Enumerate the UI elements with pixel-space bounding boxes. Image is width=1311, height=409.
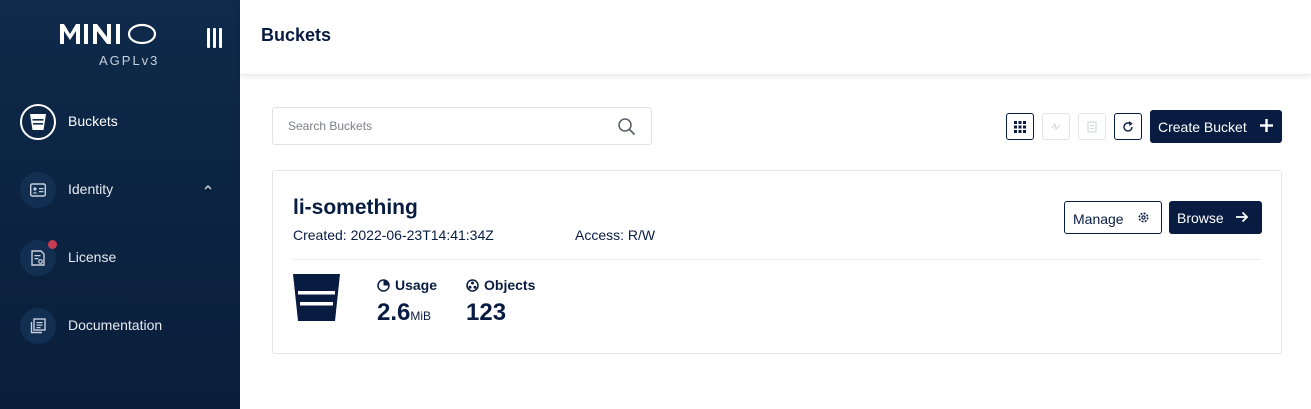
page-header: Buckets (240, 0, 1311, 75)
select-multiple-button[interactable] (1006, 113, 1034, 140)
card-divider (293, 259, 1261, 260)
notification-dot (48, 240, 57, 249)
pie-chart-icon (377, 278, 390, 292)
sidebar-item-license[interactable]: License (0, 233, 240, 283)
bucket-created-date: Created: 2022-06-23T14:41:34Z (293, 227, 494, 243)
sidebar-item-label: License (68, 249, 117, 265)
objects-icon (466, 278, 479, 292)
create-bucket-button[interactable]: Create Bucket (1150, 110, 1282, 143)
bucket-name[interactable]: li-something (293, 196, 418, 220)
sidebar-item-label: Documentation (68, 317, 163, 333)
manage-label: Manage (1073, 211, 1124, 227)
page-title: Buckets (261, 25, 332, 45)
license-icon (31, 250, 45, 266)
bucket-icon (30, 114, 46, 130)
sidebar-item-documentation[interactable]: Documentation (0, 301, 240, 351)
id-card-icon (30, 183, 46, 197)
metric-header: Usage (377, 277, 437, 293)
nav-icon-circle (20, 172, 56, 208)
browse-label: Browse (1177, 210, 1224, 226)
manage-button[interactable]: Manage (1064, 201, 1162, 234)
usage-unit: MiB (410, 309, 432, 323)
set-lifecycle-button[interactable] (1078, 113, 1106, 140)
lifecycle-icon (1087, 120, 1097, 133)
usage-value: 2.6 (377, 299, 411, 326)
usage-value-row: 2.6MiB (377, 299, 437, 327)
minio-logo[interactable] (60, 22, 160, 46)
metric-header: Objects (466, 277, 535, 293)
usage-label: Usage (395, 277, 438, 293)
search-input[interactable] (288, 117, 608, 135)
nav-icon-circle (20, 308, 56, 344)
sidebar-item-identity[interactable]: Identity (0, 165, 240, 215)
sidebar-item-buckets[interactable]: Buckets (0, 97, 240, 147)
search-box (272, 107, 652, 145)
search-icon[interactable] (617, 117, 636, 136)
collapse-sidebar-button[interactable] (207, 28, 225, 50)
license-type-label: AGPLv3 (99, 53, 160, 68)
browse-button[interactable]: Browse (1169, 201, 1262, 234)
sidebar-item-label: Identity (68, 181, 114, 197)
usage-metric: Usage 2.6MiB (377, 277, 437, 327)
nav-icon-circle (20, 104, 56, 140)
objects-value: 123 (466, 299, 507, 326)
gear-icon (1138, 212, 1149, 223)
documentation-icon (30, 318, 46, 334)
bucket-icon (293, 274, 340, 321)
arrow-right-icon (1236, 211, 1249, 223)
replication-icon (1051, 122, 1061, 130)
refresh-icon (1123, 120, 1133, 132)
refresh-button[interactable] (1114, 113, 1142, 140)
plus-icon (1260, 119, 1273, 132)
sidebar-item-label: Buckets (68, 113, 118, 129)
bucket-card[interactable]: li-something Created: 2022-06-23T14:41:3… (272, 170, 1282, 354)
objects-label: Objects (484, 277, 536, 293)
grid-icon (1014, 120, 1026, 133)
sidebar: AGPLv3 Buckets Identity License Document… (0, 0, 240, 409)
bucket-access: Access: R/W (575, 227, 656, 243)
objects-metric: Objects 123 (466, 277, 535, 327)
create-bucket-label: Create Bucket (1158, 119, 1247, 135)
chevron-up-icon[interactable] (203, 183, 213, 191)
set-replication-button[interactable] (1042, 113, 1070, 140)
